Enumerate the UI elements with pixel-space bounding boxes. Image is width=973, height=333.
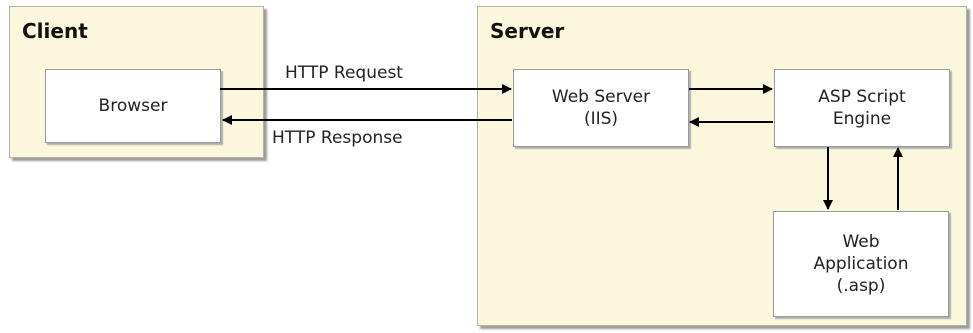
arrows-layer <box>220 84 903 210</box>
